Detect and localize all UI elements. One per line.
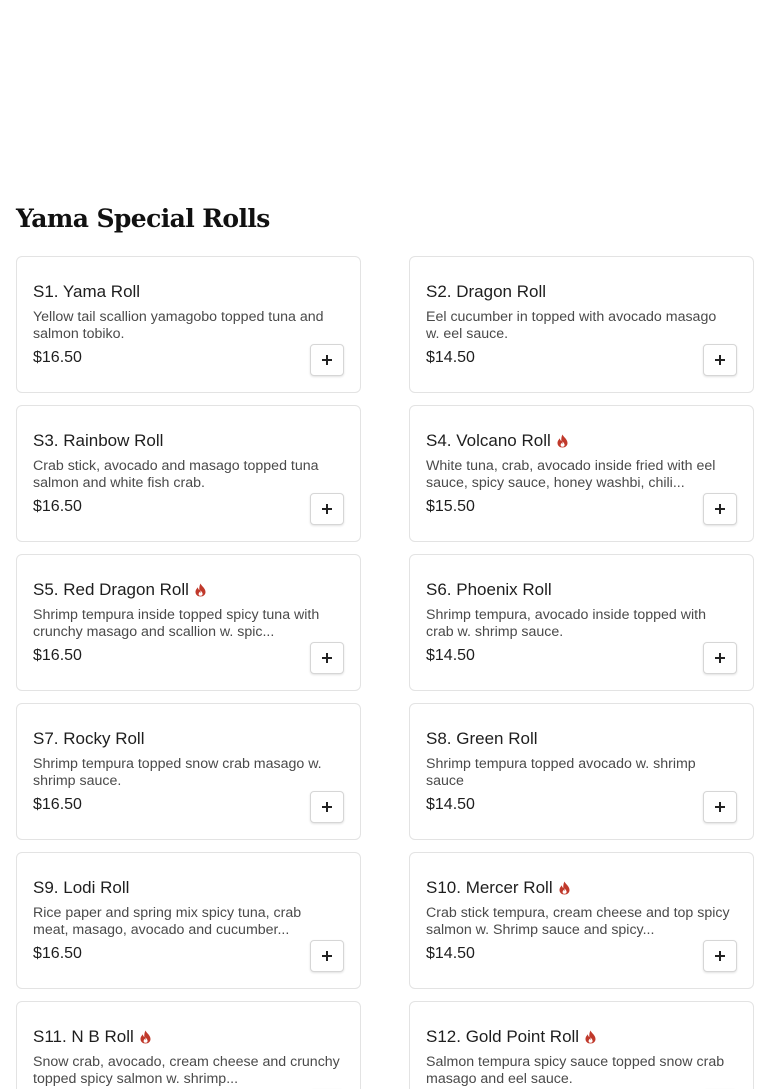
item-description: Crab stick, avocado and masago topped tu… <box>33 458 319 491</box>
item-price: $15.50 <box>426 498 475 515</box>
item-name-row: S5. Red Dragon Roll <box>33 579 344 601</box>
add-item-button[interactable] <box>703 493 737 525</box>
add-item-button[interactable] <box>310 791 344 823</box>
item-name-row: S2. Dragon Roll <box>426 281 737 303</box>
add-item-button[interactable] <box>310 493 344 525</box>
item-name: S2. Dragon Roll <box>426 282 547 301</box>
item-name: S8. Green Roll <box>426 729 538 748</box>
flame-icon <box>139 1030 152 1044</box>
menu-item-card[interactable]: S1. Yama Roll Yellow tail scallion yamag… <box>16 256 361 393</box>
item-description: Shrimp tempura topped snow crab masago w… <box>33 756 322 789</box>
add-item-button[interactable] <box>703 642 737 674</box>
add-item-button[interactable] <box>703 940 737 972</box>
item-name-row: S1. Yama Roll <box>33 281 344 303</box>
item-name: S10. Mercer Roll <box>426 878 553 897</box>
item-name-row: S4. Volcano Roll <box>426 430 737 452</box>
item-price: $14.50 <box>426 647 475 664</box>
item-name-row: S12. Gold Point Roll <box>426 1026 737 1048</box>
menu-item-card[interactable]: S5. Red Dragon Roll Shrimp tempura insid… <box>16 554 361 691</box>
plus-icon <box>715 653 725 663</box>
flame-icon <box>194 583 207 597</box>
item-name: S11. N B Roll <box>33 1027 134 1046</box>
item-description: Shrimp tempura inside topped spicy tuna … <box>33 607 320 640</box>
add-item-button[interactable] <box>703 344 737 376</box>
flame-icon <box>556 434 569 448</box>
item-description: Crab stick tempura, cream cheese and top… <box>426 905 730 938</box>
item-description: White tuna, crab, avocado inside fried w… <box>426 458 716 491</box>
item-description: Eel cucumber in topped with avocado masa… <box>426 309 717 342</box>
menu-item-card[interactable]: S12. Gold Point Roll Salmon tempura spic… <box>409 1001 754 1089</box>
item-description: Snow crab, avocado, cream cheese and cru… <box>33 1054 340 1087</box>
item-name-row: S7. Rocky Roll <box>33 728 344 750</box>
item-name: S3. Rainbow Roll <box>33 431 164 450</box>
plus-icon <box>322 504 332 514</box>
flame-icon <box>584 1030 597 1044</box>
item-name: S7. Rocky Roll <box>33 729 145 748</box>
plus-icon <box>322 802 332 812</box>
menu-page: Yama Special Rolls S1. Yama Roll Yellow … <box>0 0 770 1089</box>
item-name: S5. Red Dragon Roll <box>33 580 189 599</box>
item-description: Salmon tempura spicy sauce topped snow c… <box>426 1054 725 1087</box>
menu-item-card[interactable]: S3. Rainbow Roll Crab stick, avocado and… <box>16 405 361 542</box>
add-item-button[interactable] <box>703 791 737 823</box>
menu-item-card[interactable]: S2. Dragon Roll Eel cucumber in topped w… <box>409 256 754 393</box>
item-name: S4. Volcano Roll <box>426 431 551 450</box>
item-name-row: S11. N B Roll <box>33 1026 344 1048</box>
menu-item-card[interactable]: S8. Green Roll Shrimp tempura topped avo… <box>409 703 754 840</box>
item-price: $14.50 <box>426 349 475 366</box>
menu-item-card[interactable]: S6. Phoenix Roll Shrimp tempura, avocado… <box>409 554 754 691</box>
add-item-button[interactable] <box>310 344 344 376</box>
plus-icon <box>715 504 725 514</box>
plus-icon <box>715 355 725 365</box>
item-price: $14.50 <box>426 945 475 962</box>
section-title: Yama Special Rolls <box>16 204 270 233</box>
menu-item-card[interactable]: S10. Mercer Roll Crab stick tempura, cre… <box>409 852 754 989</box>
plus-icon <box>715 802 725 812</box>
item-description: Shrimp tempura topped avocado w. shrimp … <box>426 756 696 789</box>
menu-item-grid: S1. Yama Roll Yellow tail scallion yamag… <box>16 256 754 1089</box>
item-price: $14.50 <box>426 796 475 813</box>
item-name: S12. Gold Point Roll <box>426 1027 580 1046</box>
item-description: Shrimp tempura, avocado inside topped wi… <box>426 607 706 640</box>
add-item-button[interactable] <box>310 642 344 674</box>
item-price: $16.50 <box>33 498 82 515</box>
plus-icon <box>322 355 332 365</box>
item-name-row: S8. Green Roll <box>426 728 737 750</box>
plus-icon <box>715 951 725 961</box>
add-item-button[interactable] <box>310 940 344 972</box>
item-name: S1. Yama Roll <box>33 282 141 301</box>
item-name-row: S3. Rainbow Roll <box>33 430 344 452</box>
menu-item-card[interactable]: S11. N B Roll Snow crab, avocado, cream … <box>16 1001 361 1089</box>
item-price: $16.50 <box>33 349 82 366</box>
flame-icon <box>558 881 571 895</box>
item-name-row: S9. Lodi Roll <box>33 877 344 899</box>
plus-icon <box>322 653 332 663</box>
menu-item-card[interactable]: S9. Lodi Roll Rice paper and spring mix … <box>16 852 361 989</box>
item-description: Yellow tail scallion yamagobo topped tun… <box>33 309 324 342</box>
menu-item-card[interactable]: S4. Volcano Roll White tuna, crab, avoca… <box>409 405 754 542</box>
item-name: S6. Phoenix Roll <box>426 580 552 599</box>
plus-icon <box>322 951 332 961</box>
item-price: $16.50 <box>33 945 82 962</box>
menu-item-card[interactable]: S7. Rocky Roll Shrimp tempura topped sno… <box>16 703 361 840</box>
item-name: S9. Lodi Roll <box>33 878 130 897</box>
item-price: $16.50 <box>33 796 82 813</box>
item-name-row: S10. Mercer Roll <box>426 877 737 899</box>
item-price: $16.50 <box>33 647 82 664</box>
item-name-row: S6. Phoenix Roll <box>426 579 737 601</box>
item-description: Rice paper and spring mix spicy tuna, cr… <box>33 905 302 938</box>
